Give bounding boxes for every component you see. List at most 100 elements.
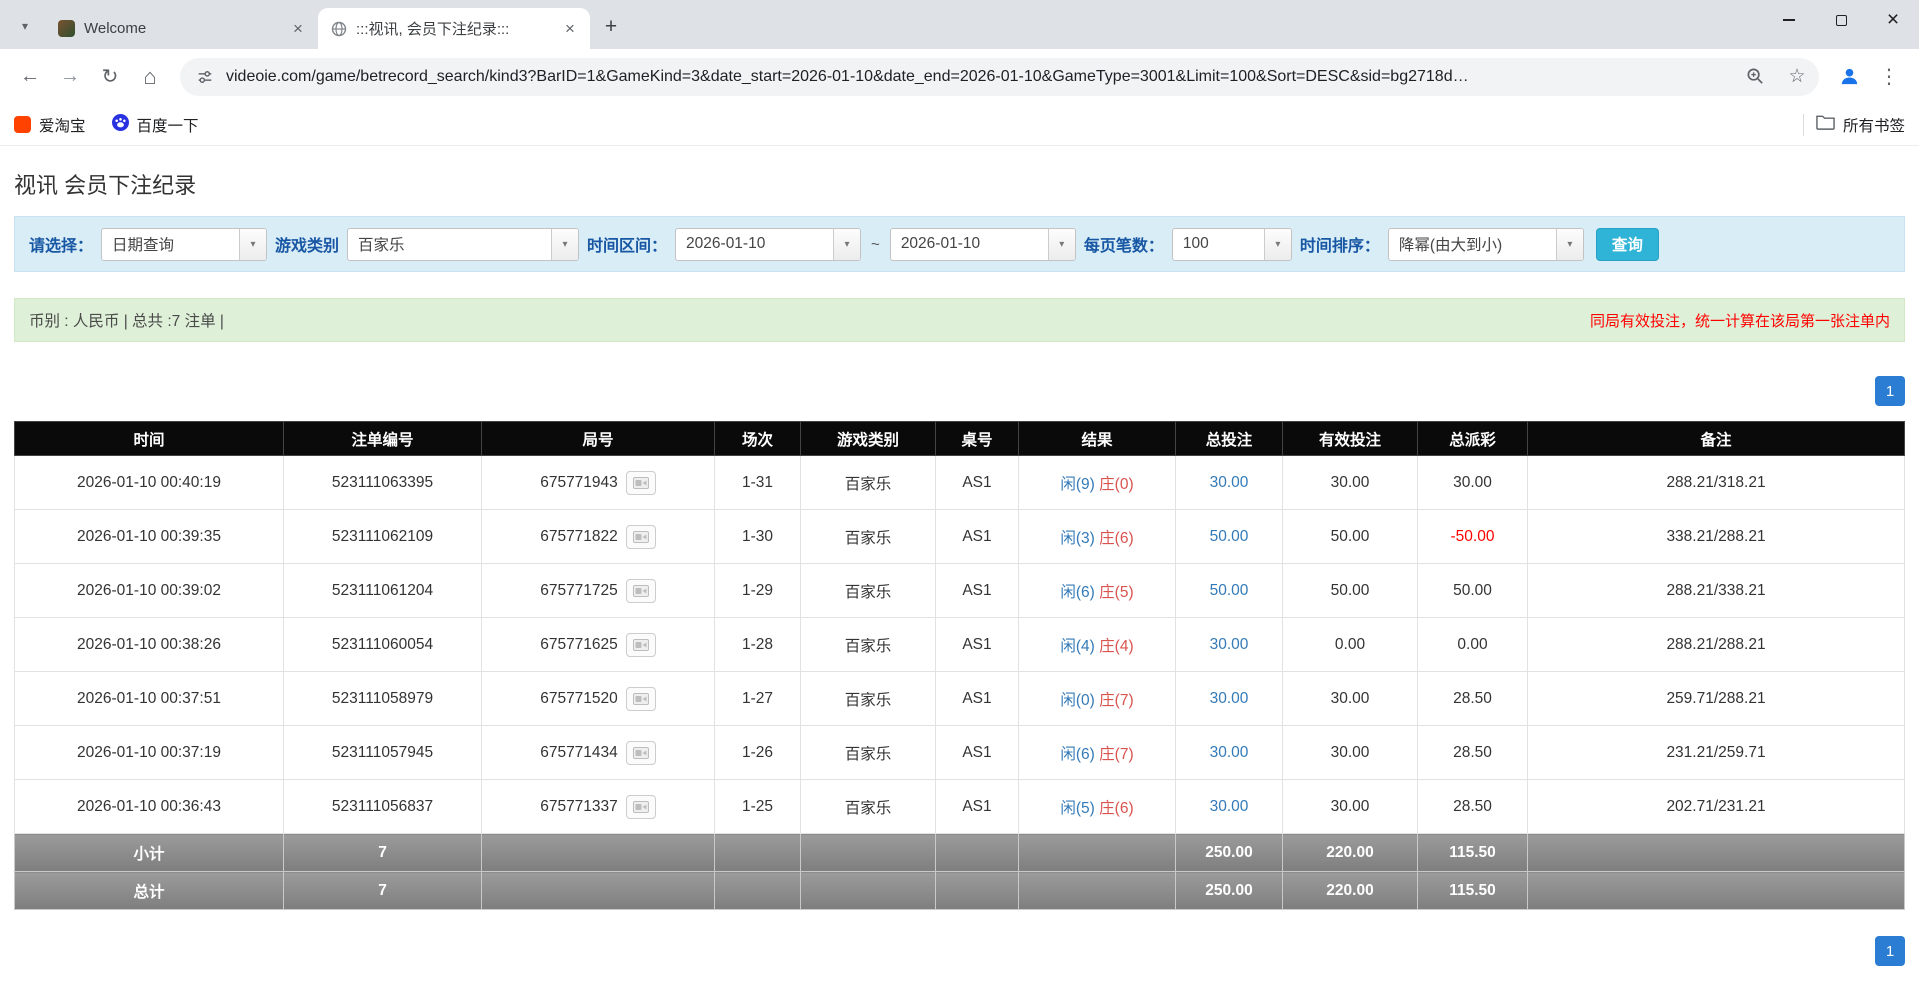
filter-bar: 请选择： 日期查询 ▾ 游戏类别 百家乐 ▾ 时间区间： 2026-01-10 … — [14, 216, 1905, 272]
sort-label: 时间排序： — [1300, 232, 1380, 256]
note-text: 同局有效投注，统一计算在该局第一张注单内 — [1590, 310, 1890, 331]
cell-result: 闲(4) 庄(4) — [1019, 618, 1176, 672]
profile-avatar-icon[interactable] — [1829, 57, 1869, 97]
bookmark-star-icon[interactable]: ☆ — [1781, 61, 1813, 93]
back-icon[interactable]: ← — [10, 57, 50, 97]
total-payout: 115.50 — [1418, 872, 1528, 910]
cell-bet-id: 523111062109 — [284, 510, 482, 564]
url-text[interactable]: videoie.com/game/betrecord_search/kind3?… — [226, 68, 1729, 86]
page-1-button[interactable]: 1 — [1875, 936, 1905, 966]
reload-icon[interactable]: ↻ — [90, 57, 130, 97]
cell-remark: 338.21/288.21 — [1528, 510, 1905, 564]
cell-round: 675771725 — [482, 564, 715, 618]
site-settings-icon[interactable] — [194, 61, 216, 93]
page-1-button[interactable]: 1 — [1875, 376, 1905, 406]
minimize-icon[interactable] — [1763, 0, 1815, 40]
round-id: 675771434 — [540, 744, 618, 762]
chevron-down-icon[interactable]: ▾ — [551, 229, 578, 260]
total-row: 总计 7 250.00 220.00 115.50 — [15, 872, 1905, 910]
tab-welcome[interactable]: Welcome × — [46, 8, 318, 49]
select-type-label: 请选择： — [29, 232, 93, 256]
col-header-result: 结果 — [1019, 422, 1176, 456]
col-header-game: 游戏类别 — [801, 422, 936, 456]
query-type-select[interactable]: 日期查询 ▾ — [101, 228, 267, 261]
cell-game: 百家乐 — [801, 780, 936, 834]
cell-remark: 288.21/338.21 — [1528, 564, 1905, 618]
total-total-bet: 250.00 — [1176, 872, 1283, 910]
cell-round: 675771434 — [482, 726, 715, 780]
cell-payout: 28.50 — [1418, 780, 1528, 834]
cell-total-bet[interactable]: 30.00 — [1176, 726, 1283, 780]
round-id: 675771943 — [540, 474, 618, 492]
round-id: 675771822 — [540, 528, 618, 546]
cell-total-bet[interactable]: 50.00 — [1176, 564, 1283, 618]
home-icon[interactable]: ⌂ — [130, 57, 170, 97]
table-row: 2026-01-10 00:39:02 523111061204 6757717… — [15, 564, 1905, 618]
game-kind-select[interactable]: 百家乐 ▾ — [347, 228, 579, 261]
video-replay-icon[interactable] — [626, 579, 656, 603]
bookmark-item-baidu[interactable]: 百度一下 — [112, 114, 199, 136]
cell-payout: -50.00 — [1418, 510, 1528, 564]
cell-table: AS1 — [936, 510, 1019, 564]
game-kind-label: 游戏类别 — [275, 232, 339, 256]
round-id: 675771520 — [540, 690, 618, 708]
chevron-down-icon[interactable]: ▾ — [833, 229, 860, 260]
cell-game: 百家乐 — [801, 510, 936, 564]
cell-remark: 202.71/231.21 — [1528, 780, 1905, 834]
subtotal-row: 小计 7 250.00 220.00 115.50 — [15, 834, 1905, 872]
window-close-icon[interactable]: × — [1867, 0, 1919, 40]
col-header-bet-id: 注单编号 — [284, 422, 482, 456]
cell-time: 2026-01-10 00:39:02 — [15, 564, 284, 618]
video-replay-icon[interactable] — [626, 687, 656, 711]
cell-remark: 288.21/288.21 — [1528, 618, 1905, 672]
date-start-select[interactable]: 2026-01-10 ▾ — [675, 228, 861, 261]
cell-time: 2026-01-10 00:36:43 — [15, 780, 284, 834]
video-replay-icon[interactable] — [626, 471, 656, 495]
tab-close-icon[interactable]: × — [288, 19, 308, 39]
cell-total-bet[interactable]: 30.00 — [1176, 672, 1283, 726]
date-end-select[interactable]: 2026-01-10 ▾ — [890, 228, 1076, 261]
new-tab-button[interactable]: + — [596, 12, 626, 42]
baidu-favicon — [112, 114, 129, 136]
browser-menu-icon[interactable]: ⋮ — [1869, 57, 1909, 97]
all-bookmarks-button[interactable]: 所有书签 — [1816, 114, 1905, 136]
video-replay-icon[interactable] — [626, 633, 656, 657]
bookmark-item-taobao[interactable]: 爱淘宝 — [14, 114, 86, 136]
tab-search-button[interactable]: ▾ — [10, 11, 40, 41]
video-replay-icon[interactable] — [626, 741, 656, 765]
tab-title: :::视讯, 会员下注纪录::: — [356, 18, 551, 39]
sort-select[interactable]: 降幂(由大到小) ▾ — [1388, 228, 1584, 261]
total-valid-bet: 220.00 — [1283, 872, 1418, 910]
cell-payout: 50.00 — [1418, 564, 1528, 618]
cell-total-bet[interactable]: 30.00 — [1176, 618, 1283, 672]
url-bar[interactable]: videoie.com/game/betrecord_search/kind3?… — [180, 58, 1819, 96]
subtotal-total-bet: 250.00 — [1176, 834, 1283, 872]
cell-total-bet[interactable]: 30.00 — [1176, 456, 1283, 510]
cell-result: 闲(9) 庄(0) — [1019, 456, 1176, 510]
tab-betrecord[interactable]: :::视讯, 会员下注纪录::: × — [318, 8, 590, 49]
chevron-down-icon[interactable]: ▾ — [239, 229, 266, 260]
chevron-down-icon[interactable]: ▾ — [1556, 229, 1583, 260]
maximize-icon[interactable] — [1815, 0, 1867, 40]
chevron-down-icon[interactable]: ▾ — [1264, 229, 1291, 260]
header-row: 时间 注单编号 局号 场次 游戏类别 桌号 结果 总投注 有效投注 总派彩 备注 — [15, 422, 1905, 456]
cell-valid-bet: 30.00 — [1283, 672, 1418, 726]
table-row: 2026-01-10 00:36:43 523111056837 6757713… — [15, 780, 1905, 834]
cell-session: 1-27 — [715, 672, 801, 726]
subtotal-payout: 115.50 — [1418, 834, 1528, 872]
per-page-select[interactable]: 100 ▾ — [1172, 228, 1292, 261]
search-button[interactable]: 查询 — [1596, 228, 1659, 261]
tab-close-icon[interactable]: × — [560, 19, 580, 39]
cell-total-bet[interactable]: 30.00 — [1176, 780, 1283, 834]
col-header-total-bet: 总投注 — [1176, 422, 1283, 456]
forward-icon[interactable]: → — [50, 57, 90, 97]
video-replay-icon[interactable] — [626, 795, 656, 819]
cell-payout: 28.50 — [1418, 726, 1528, 780]
cell-table: AS1 — [936, 672, 1019, 726]
folder-icon — [1816, 114, 1835, 135]
cell-total-bet[interactable]: 50.00 — [1176, 510, 1283, 564]
cell-bet-id: 523111057945 — [284, 726, 482, 780]
video-replay-icon[interactable] — [626, 525, 656, 549]
chevron-down-icon[interactable]: ▾ — [1048, 229, 1075, 260]
zoom-icon[interactable] — [1739, 61, 1771, 93]
